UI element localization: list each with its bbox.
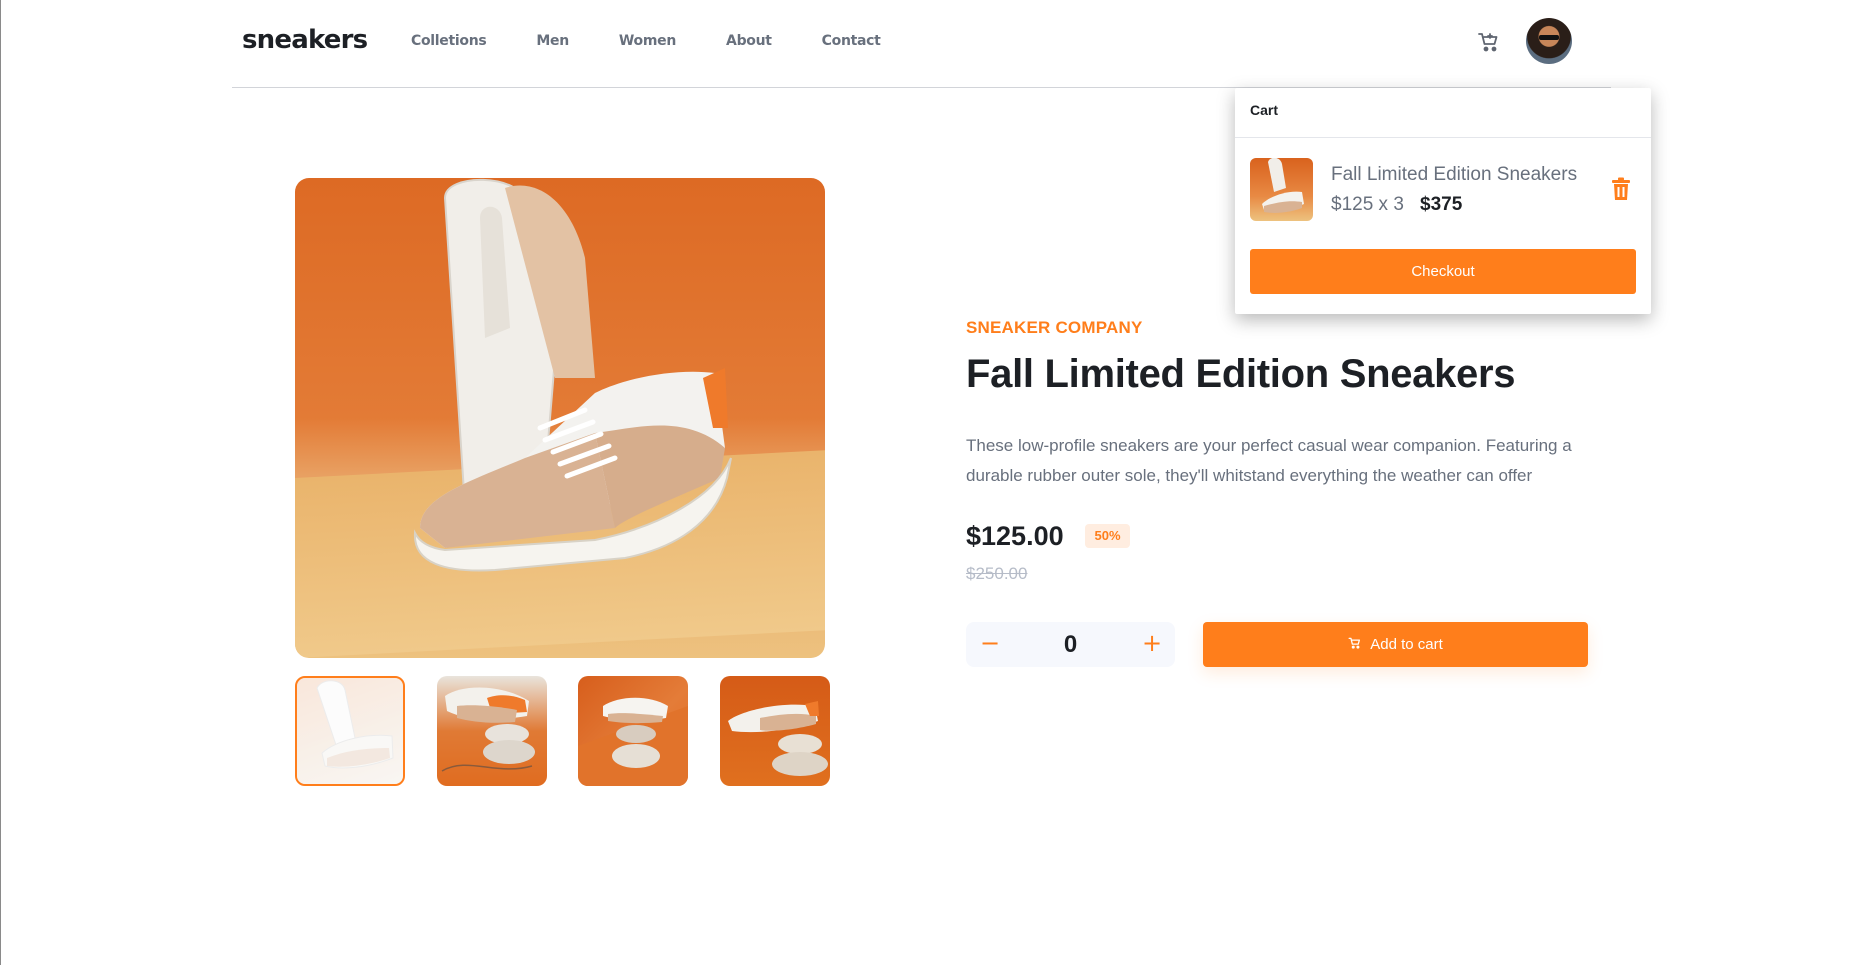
original-price: $250.00	[966, 564, 1028, 583]
sneaker-illustration	[413, 178, 732, 572]
cart-header: Cart	[1235, 88, 1651, 138]
cart-item-calc: $125 x 3	[1331, 194, 1404, 215]
thumbnail-2[interactable]	[437, 676, 547, 786]
cart-popup: Cart Fall Limited Edition Sneakers $125 …	[1235, 88, 1651, 314]
avatar[interactable]	[1526, 18, 1572, 64]
site-header: sneakers Colletions Men Women About Cont…	[232, 0, 1611, 88]
product-description: These low-profile sneakers are your perf…	[966, 436, 1572, 485]
cart-item-name: Fall Limited Edition Sneakers	[1331, 164, 1578, 185]
cart-item-total: $375	[1420, 194, 1463, 215]
nav-link-collections[interactable]: Colletions	[411, 33, 487, 49]
add-to-cart-button[interactable]: Add to cart	[1203, 622, 1588, 667]
nav-link-men[interactable]: Men	[536, 33, 569, 49]
quantity-value: 0	[1063, 631, 1078, 658]
trash-icon-svg	[1612, 177, 1630, 200]
window-edge	[0, 0, 1, 965]
current-price: $125.00	[966, 521, 1064, 551]
thumbnail-3-image	[578, 697, 688, 786]
product-title: Fall Limited Edition Sneakers	[966, 352, 1516, 396]
avatar-glasses	[1539, 35, 1559, 40]
thumbnail-4[interactable]	[720, 676, 830, 786]
minus-button[interactable]: −	[968, 622, 1012, 667]
plus-button[interactable]: +	[1130, 622, 1174, 667]
checkout-button[interactable]: Checkout	[1250, 249, 1636, 294]
trash-icon[interactable]	[1610, 177, 1632, 201]
discount-badge: 50%	[1085, 524, 1130, 548]
cart-item-thumbnail	[1250, 158, 1313, 221]
cart-title: Cart	[1250, 102, 1279, 118]
thumbnail-strip	[295, 676, 830, 786]
thumbnail-1[interactable]	[295, 676, 405, 786]
thumbnail-2-image	[441, 687, 535, 772]
cart-icon[interactable]	[1477, 30, 1501, 54]
product-main-image[interactable]	[295, 178, 825, 658]
cart-icon	[1348, 636, 1362, 654]
thumbnail-4-image	[728, 701, 828, 776]
company-name: SNEAKER COMPANY	[966, 318, 1143, 337]
add-to-cart-label: Add to cart	[1370, 636, 1443, 653]
logo[interactable]: sneakers	[242, 25, 368, 55]
cart-item-image	[1262, 158, 1304, 213]
main-nav: Colletions Men Women About Contact	[411, 33, 931, 49]
nav-link-contact[interactable]: Contact	[822, 33, 881, 49]
nav-link-women[interactable]: Women	[619, 33, 676, 49]
quantity-stepper: − 0 +	[966, 622, 1175, 667]
nav-link-about[interactable]: About	[726, 33, 772, 49]
thumbnail-3[interactable]	[578, 676, 688, 786]
thumbnail-1-image	[316, 680, 394, 769]
